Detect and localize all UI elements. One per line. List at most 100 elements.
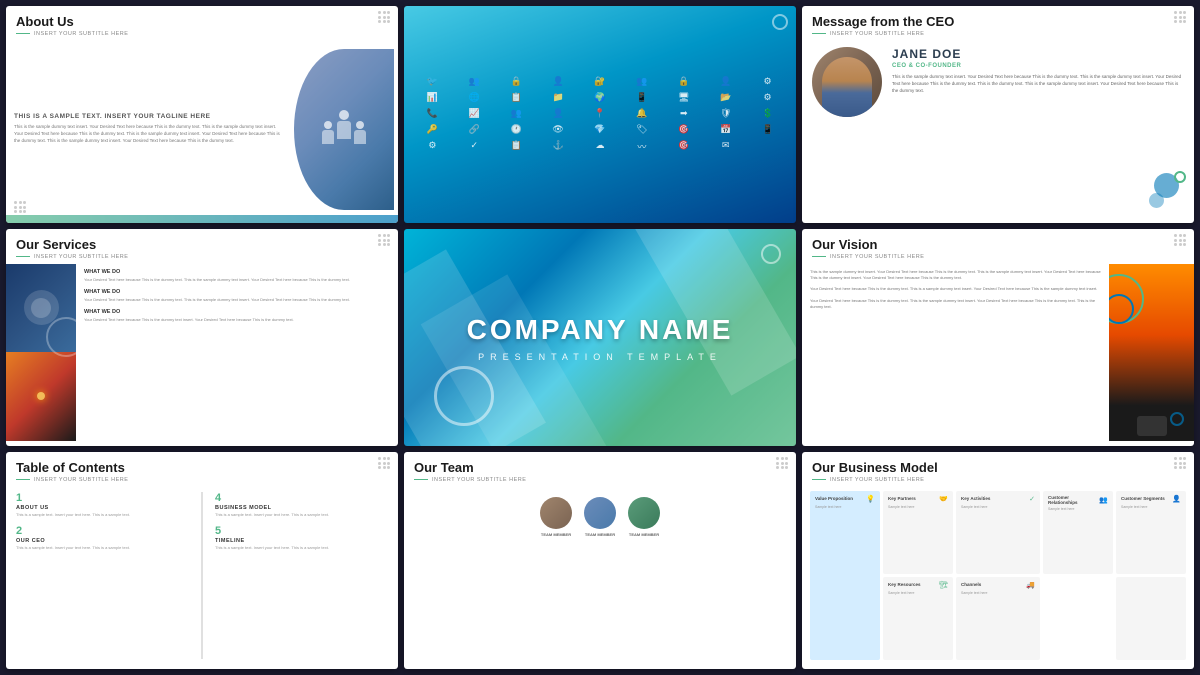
icon-item: 🛡: [707, 108, 744, 119]
icon-item: 📱: [623, 92, 660, 103]
toc-text-2: This is a sample text. Insert your text …: [16, 545, 189, 551]
service-item-2-text: Your Desired Text here because This is t…: [84, 297, 390, 303]
toc-item-4: 5 TIMELINE This is a sample text. Insert…: [215, 525, 388, 551]
about-us-title: About Us: [16, 14, 128, 30]
toc-item-2: 2 OUR CEO This is a sample text. Insert …: [16, 525, 189, 551]
ceo-info: JANE DOE CEO & CO-FOUNDER This is the sa…: [892, 47, 1184, 212]
vision-para-3: Your Desired Text here because This is t…: [810, 298, 1101, 311]
slide-toc: Table of Contents INSERT YOUR SUBTITLE H…: [6, 452, 398, 669]
ceo-name: JANE DOE: [892, 47, 1184, 61]
vision-text-area: This is the sample dummy text insert. Yo…: [802, 264, 1109, 441]
icon-item: ⚙: [749, 76, 786, 87]
ceo-text: This is the sample dummy text insert. Yo…: [892, 73, 1184, 95]
icon-item: 🎯: [665, 124, 702, 135]
ceo-slide-subtitle: INSERT YOUR SUBTITLE HERE: [812, 31, 954, 37]
icon-item: 🌐: [456, 92, 493, 103]
slide-vision: Our Vision INSERT YOUR SUBTITLE HERE Thi…: [802, 229, 1194, 446]
service-item-3-text: Your Desired Text here because This is t…: [84, 317, 390, 323]
icon-item: ✓: [456, 140, 493, 153]
icon-item: [749, 140, 786, 153]
bm-customer-rel: Customer Relationships 👥 Sample text her…: [1043, 491, 1113, 574]
vision-para-1: This is the sample dummy text insert. Yo…: [810, 269, 1101, 282]
business-title: Our Business Model: [812, 460, 938, 476]
icon-item: 📂: [707, 92, 744, 103]
bm-key-resources-icon: 🏗: [939, 581, 948, 589]
service-item-1-text: Your Desired Text here because This is t…: [84, 277, 390, 283]
team-subtitle: INSERT YOUR SUBTITLE HERE: [414, 477, 526, 483]
services-items: WHAT WE DO Your Desired Text here becaus…: [76, 264, 398, 441]
service-item-2-title: WHAT WE DO: [84, 289, 390, 295]
services-title: Our Services: [16, 237, 128, 253]
about-body: This is the sample dummy text insert. Yo…: [14, 124, 286, 144]
icon-item: 📋: [498, 140, 535, 153]
ceo-slide-title: Message from the CEO: [812, 14, 954, 30]
service-item-1-title: WHAT WE DO: [84, 269, 390, 275]
toc-title-2: OUR CEO: [16, 538, 189, 544]
icon-item: 📅: [707, 124, 744, 135]
service-item-2: WHAT WE DO Your Desired Text here becaus…: [84, 289, 390, 303]
toc-subtitle: INSERT YOUR SUBTITLE HERE: [16, 477, 128, 483]
icon-item: 📍: [582, 108, 619, 119]
slide-services: Our Services INSERT YOUR SUBTITLE HERE: [6, 229, 398, 446]
corner-dots-team: [776, 457, 788, 469]
toc-column-right: 4 BUSINESS MODEL This is a sample text. …: [215, 492, 388, 659]
icon-item: 🔑: [414, 124, 451, 135]
bm-key-activities-title: Key Activities: [961, 496, 990, 501]
icon-item: ☁: [582, 140, 619, 153]
bm-key-activities-text: Sample text here: [961, 505, 1035, 510]
bm-customer-rel-title: Customer Relationships: [1048, 495, 1099, 506]
icon-item: 👤: [540, 108, 577, 119]
business-model-grid: Key Partners 🤝 Sample text here Key Acti…: [810, 491, 1186, 660]
bm-customer-rel-text: Sample text here: [1048, 507, 1108, 512]
team-member-1: TEAM MEMBER: [540, 497, 572, 537]
corner-dots-business: [1174, 457, 1186, 469]
toc-text-4: This is a sample text. Insert your text …: [215, 545, 388, 551]
center-circle-tr: [761, 244, 781, 264]
icon-item: 📈: [456, 108, 493, 119]
icon-item: 👥: [623, 76, 660, 87]
icon-item: 🕐: [498, 124, 535, 135]
team-title: Our Team: [414, 460, 526, 476]
icon-item: 👁: [540, 124, 577, 135]
toc-title-3: BUSINESS MODEL: [215, 505, 388, 511]
icon-item: ⚓: [540, 140, 577, 153]
corner-dots-services: [378, 234, 390, 246]
bm-customer-seg-title: Customer Segments: [1121, 496, 1165, 501]
bm-channels-icon: 🚚: [1026, 581, 1035, 589]
bm-key-resources: Key Resources 🏗 Sample text here: [883, 577, 953, 660]
slide-icons: 🐦 👥 🔒 👤 🔐 👥 🔒 👤 ⚙ 📊 🌐 📋 📁 🌍 📱 🖥 📂 ⚙ 📞 📈 …: [404, 6, 796, 223]
corner-dots-bl-about: [14, 201, 26, 213]
icon-item: 🖥: [665, 92, 702, 103]
toc-num-2: 2: [16, 525, 189, 537]
icon-item: 💎: [582, 124, 619, 135]
icon-item: ⚙: [414, 140, 451, 153]
icon-item: ⚙: [749, 92, 786, 103]
icon-item: 📞: [414, 108, 451, 119]
toc-title-4: TIMELINE: [215, 538, 388, 544]
about-us-subtitle: INSERT YOUR SUBTITLE HERE: [16, 31, 128, 37]
toc-num-3: 4: [215, 492, 388, 504]
team-content-area: TEAM MEMBER TEAM MEMBER TEAM MEMBER: [404, 487, 796, 669]
icon-item: 👤: [707, 76, 744, 87]
icon-item: 📋: [498, 92, 535, 103]
bm-key-partners-icon: 🤝: [939, 495, 948, 503]
slide-business: Our Business Model INSERT YOUR SUBTITLE …: [802, 452, 1194, 669]
bm-key-partners: Key Partners 🤝 Sample text here: [883, 491, 953, 574]
toc-title: Table of Contents: [16, 460, 128, 476]
ceo-title: CEO & CO-FOUNDER: [892, 63, 1184, 69]
center-circle-deco: [434, 366, 494, 426]
toc-text-3: This is a sample text. Insert your text …: [215, 512, 388, 518]
bm-key-resources-title: Key Resources: [888, 582, 921, 587]
services-subtitle: INSERT YOUR SUBTITLE HERE: [16, 254, 128, 260]
business-subtitle: INSERT YOUR SUBTITLE HERE: [812, 477, 938, 483]
vision-title: Our Vision: [812, 237, 924, 253]
bm-empty: [1116, 577, 1186, 660]
service-item-3: WHAT WE DO Your Desired Text here becaus…: [84, 309, 390, 323]
icon-item: 📱: [749, 124, 786, 135]
corner-dots-tr: [378, 11, 390, 23]
icon-item: 🐦: [414, 76, 451, 87]
ceo-avatar: [812, 47, 882, 117]
toc-title-1: ABOUT US: [16, 505, 189, 511]
icon-item: 🎯: [665, 140, 702, 153]
bm-channels-text: Sample text here: [961, 591, 1035, 596]
